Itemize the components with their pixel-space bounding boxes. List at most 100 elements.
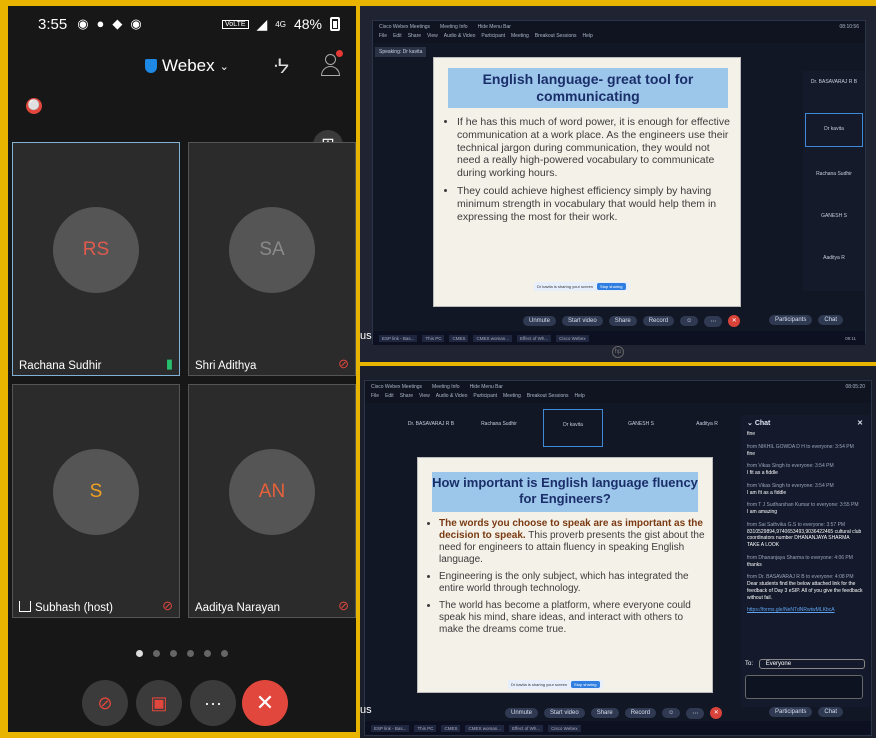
page-dot[interactable] [170,650,177,657]
taskbar-item[interactable]: Effect of Wh... [516,334,552,342]
status-right: VoLTE ◢ 4G 48% [222,16,340,33]
menu-share[interactable]: Share [400,393,413,399]
menu-help[interactable]: Help [583,33,593,39]
leave-button[interactable]: ✕ [242,680,288,726]
record-button[interactable]: Record [642,316,675,326]
page-dot[interactable] [153,650,160,657]
video-tile-1[interactable]: RS Rachana Sudhir ▮ [12,142,180,376]
webex-switcher[interactable]: Webex ⌄ [145,56,229,76]
participant-tile[interactable]: Aaditya R [805,255,863,261]
menu-edit[interactable]: Edit [393,33,402,39]
taskbar-item[interactable]: This PC [422,334,445,342]
video-tile-3[interactable]: S Subhash (host) ⊘ [12,384,180,618]
menu-breakout[interactable]: Breakout Sessions [527,393,569,399]
share-button[interactable]: Share [590,708,619,718]
volte-icon: VoLTE [222,19,249,29]
reactions-icon[interactable]: ☺ [680,316,699,326]
stop-sharing-button[interactable]: Stop sharing [597,283,626,290]
taskbar-item[interactable]: CMES [441,724,461,732]
menu-view[interactable]: View [419,393,430,399]
participant-tile[interactable]: Dr. BASAVARAJ R B [805,79,863,85]
window-title: Cisco Webex Meetings [371,384,423,390]
taskbar-item[interactable]: ESP link - Bas... [379,334,418,342]
participant-tile[interactable]: GANESH S [805,213,863,219]
taskbar-item[interactable]: Effect of Wh... [508,724,544,732]
chat-text: I fit as a fiddle [747,470,778,476]
page-dot[interactable] [221,650,228,657]
menu-bar: Cisco Webex Meetings Meeting Info Hide M… [365,381,871,403]
menu-help[interactable]: Help [575,393,585,399]
share-button[interactable]: Share [608,316,637,326]
reactions-icon[interactable]: ☺ [662,708,681,718]
menu-edit[interactable]: Edit [385,393,394,399]
chat-input[interactable] [745,675,863,699]
menu-file[interactable]: File [379,33,387,39]
more-icon: ··· [204,693,222,713]
menu-audio-video[interactable]: Audio & Video [436,393,468,399]
participant-tile-active[interactable]: Dr kavita [805,113,863,147]
participant-tile[interactable]: Rachana Sudhir [805,171,863,177]
hide-menu-bar[interactable]: Hide Menu Bar [470,384,503,390]
recipient-select[interactable]: Everyone [758,659,865,669]
end-call-icon[interactable]: ✕ [728,315,741,327]
chat-link[interactable]: https://forms.gle/NeNTdNRwtwMLKbcA [747,607,863,614]
start-video-button[interactable]: Start video [562,316,603,326]
sharing-strip: Dr kavita is sharing your screen Stop sh… [534,282,629,291]
participant-tile-active[interactable]: Dr kavita [543,409,603,447]
chat-button[interactable]: Chat [818,707,844,717]
slide-bullet: The world has become a platform, where e… [439,600,706,636]
video-tile-2[interactable]: SA Shri Adithya ⊘ [188,142,356,376]
taskbar-item[interactable]: This PC [414,724,437,732]
record-button[interactable]: Record [624,708,657,718]
participant-tile[interactable]: Dr. BASAVARAJ R B [401,421,461,427]
taskbar-item[interactable]: ESP link - Bas... [371,724,410,732]
sharing-strip: Dr kavita is sharing your screen Stop sh… [508,680,603,689]
menu-participant[interactable]: Participant [481,33,505,39]
chat-text: 8310529894,9740653493,9036422465 cultura… [747,528,862,549]
taskbar-item[interactable]: Cisco Webex [556,334,589,342]
video-tile-4[interactable]: AN Aaditya Narayan ⊘ [188,384,356,618]
menu-meeting[interactable]: Meeting [511,33,529,39]
page-dot[interactable] [136,650,143,657]
menu-file[interactable]: File [371,393,379,399]
taskbar-item[interactable]: CMES woman... [473,334,512,342]
page-indicator[interactable] [136,650,228,657]
mute-button[interactable]: ⊘ [82,680,128,726]
participants-button[interactable]: Participants [769,315,813,325]
bluetooth-icon[interactable]: ᔹ [273,54,289,79]
more-icon[interactable]: ⋯ [686,707,705,719]
page-dot[interactable] [187,650,194,657]
stop-sharing-button[interactable]: Stop sharing [571,681,600,688]
more-button[interactable]: ··· [190,680,236,726]
menu-view[interactable]: View [427,33,438,39]
end-call-icon[interactable]: ✕ [710,707,723,719]
meeting-info[interactable]: Meeting Info [440,24,468,30]
menu-participant[interactable]: Participant [473,393,497,399]
participants-button[interactable]: Participants [769,707,813,717]
close-icon[interactable]: ✕ [857,419,863,427]
menu-share[interactable]: Share [408,33,421,39]
taskbar-item[interactable]: Cisco Webex [548,724,581,732]
participant-tile[interactable]: Rachana Sudhir [469,421,529,427]
participant-tile[interactable]: GANESH S [611,421,671,427]
taskbar-item[interactable]: CMES woman... [465,724,504,732]
more-icon[interactable]: ⋯ [704,315,723,327]
network-label: 4G [275,19,286,29]
participant-tile[interactable]: Aaditya R [677,421,737,427]
menu-meeting[interactable]: Meeting [503,393,521,399]
meeting-info[interactable]: Meeting Info [432,384,460,390]
unmute-button[interactable]: Unmute [523,316,557,326]
chevron-down-icon[interactable]: ⌄ [747,420,753,427]
page-dot[interactable] [204,650,211,657]
video-button[interactable]: ▣ [136,680,182,726]
participants-icon[interactable] [320,50,343,78]
start-video-button[interactable]: Start video [544,708,585,718]
chat-sender: from NIKHIL GOWDA D H to everyone: 3:54 … [747,443,854,450]
menu-audio-video[interactable]: Audio & Video [444,33,476,39]
unmute-button[interactable]: Unmute [505,708,539,718]
menu-breakout[interactable]: Breakout Sessions [535,33,577,39]
hide-menu-bar[interactable]: Hide Menu Bar [478,24,511,30]
taskbar-item[interactable]: CMES [449,334,469,342]
chat-button[interactable]: Chat [818,315,844,325]
participant-name-row: Subhash (host) [19,601,113,614]
